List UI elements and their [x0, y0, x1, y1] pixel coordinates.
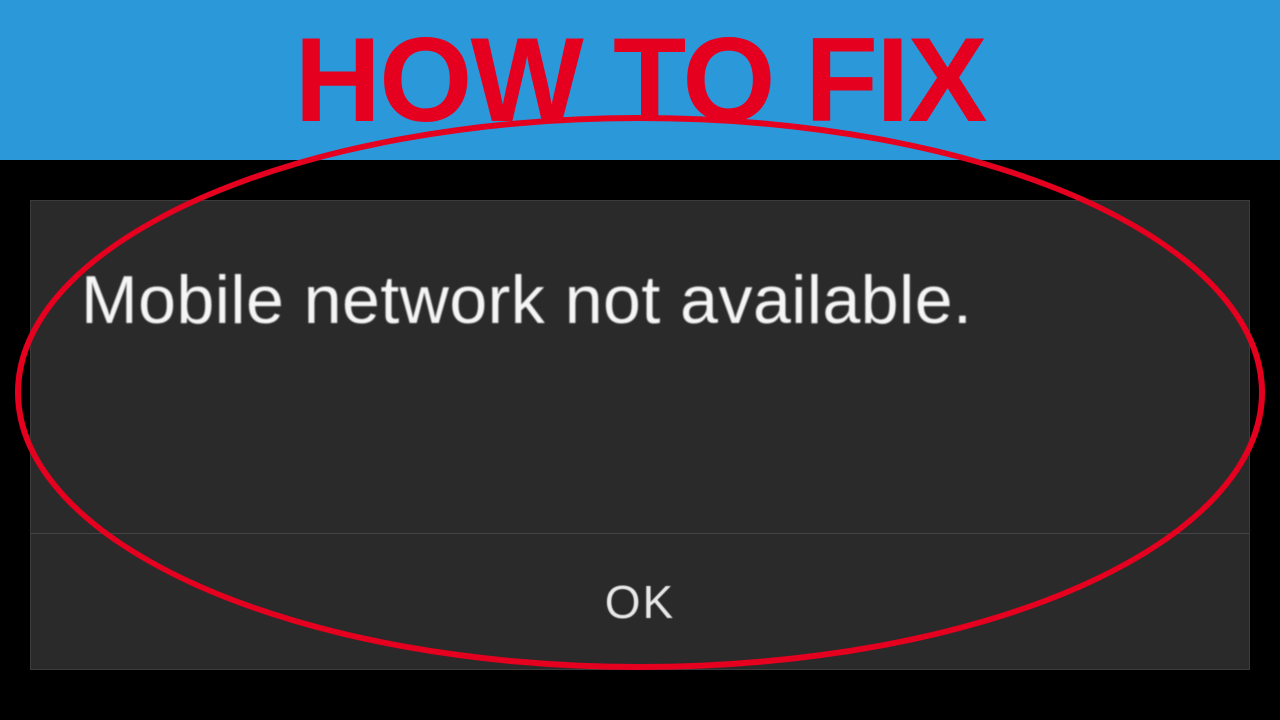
dialog-button-area: OK [31, 534, 1249, 669]
dialog-message: Mobile network not available. [81, 261, 1199, 339]
ok-button[interactable]: OK [605, 575, 675, 629]
error-dialog: Mobile network not available. OK [30, 200, 1250, 670]
header-title: HOW TO FIX [294, 20, 985, 140]
screenshot-area: Mobile network not available. OK [0, 160, 1280, 720]
header-bar: HOW TO FIX [0, 0, 1280, 160]
dialog-message-area: Mobile network not available. [31, 201, 1249, 534]
